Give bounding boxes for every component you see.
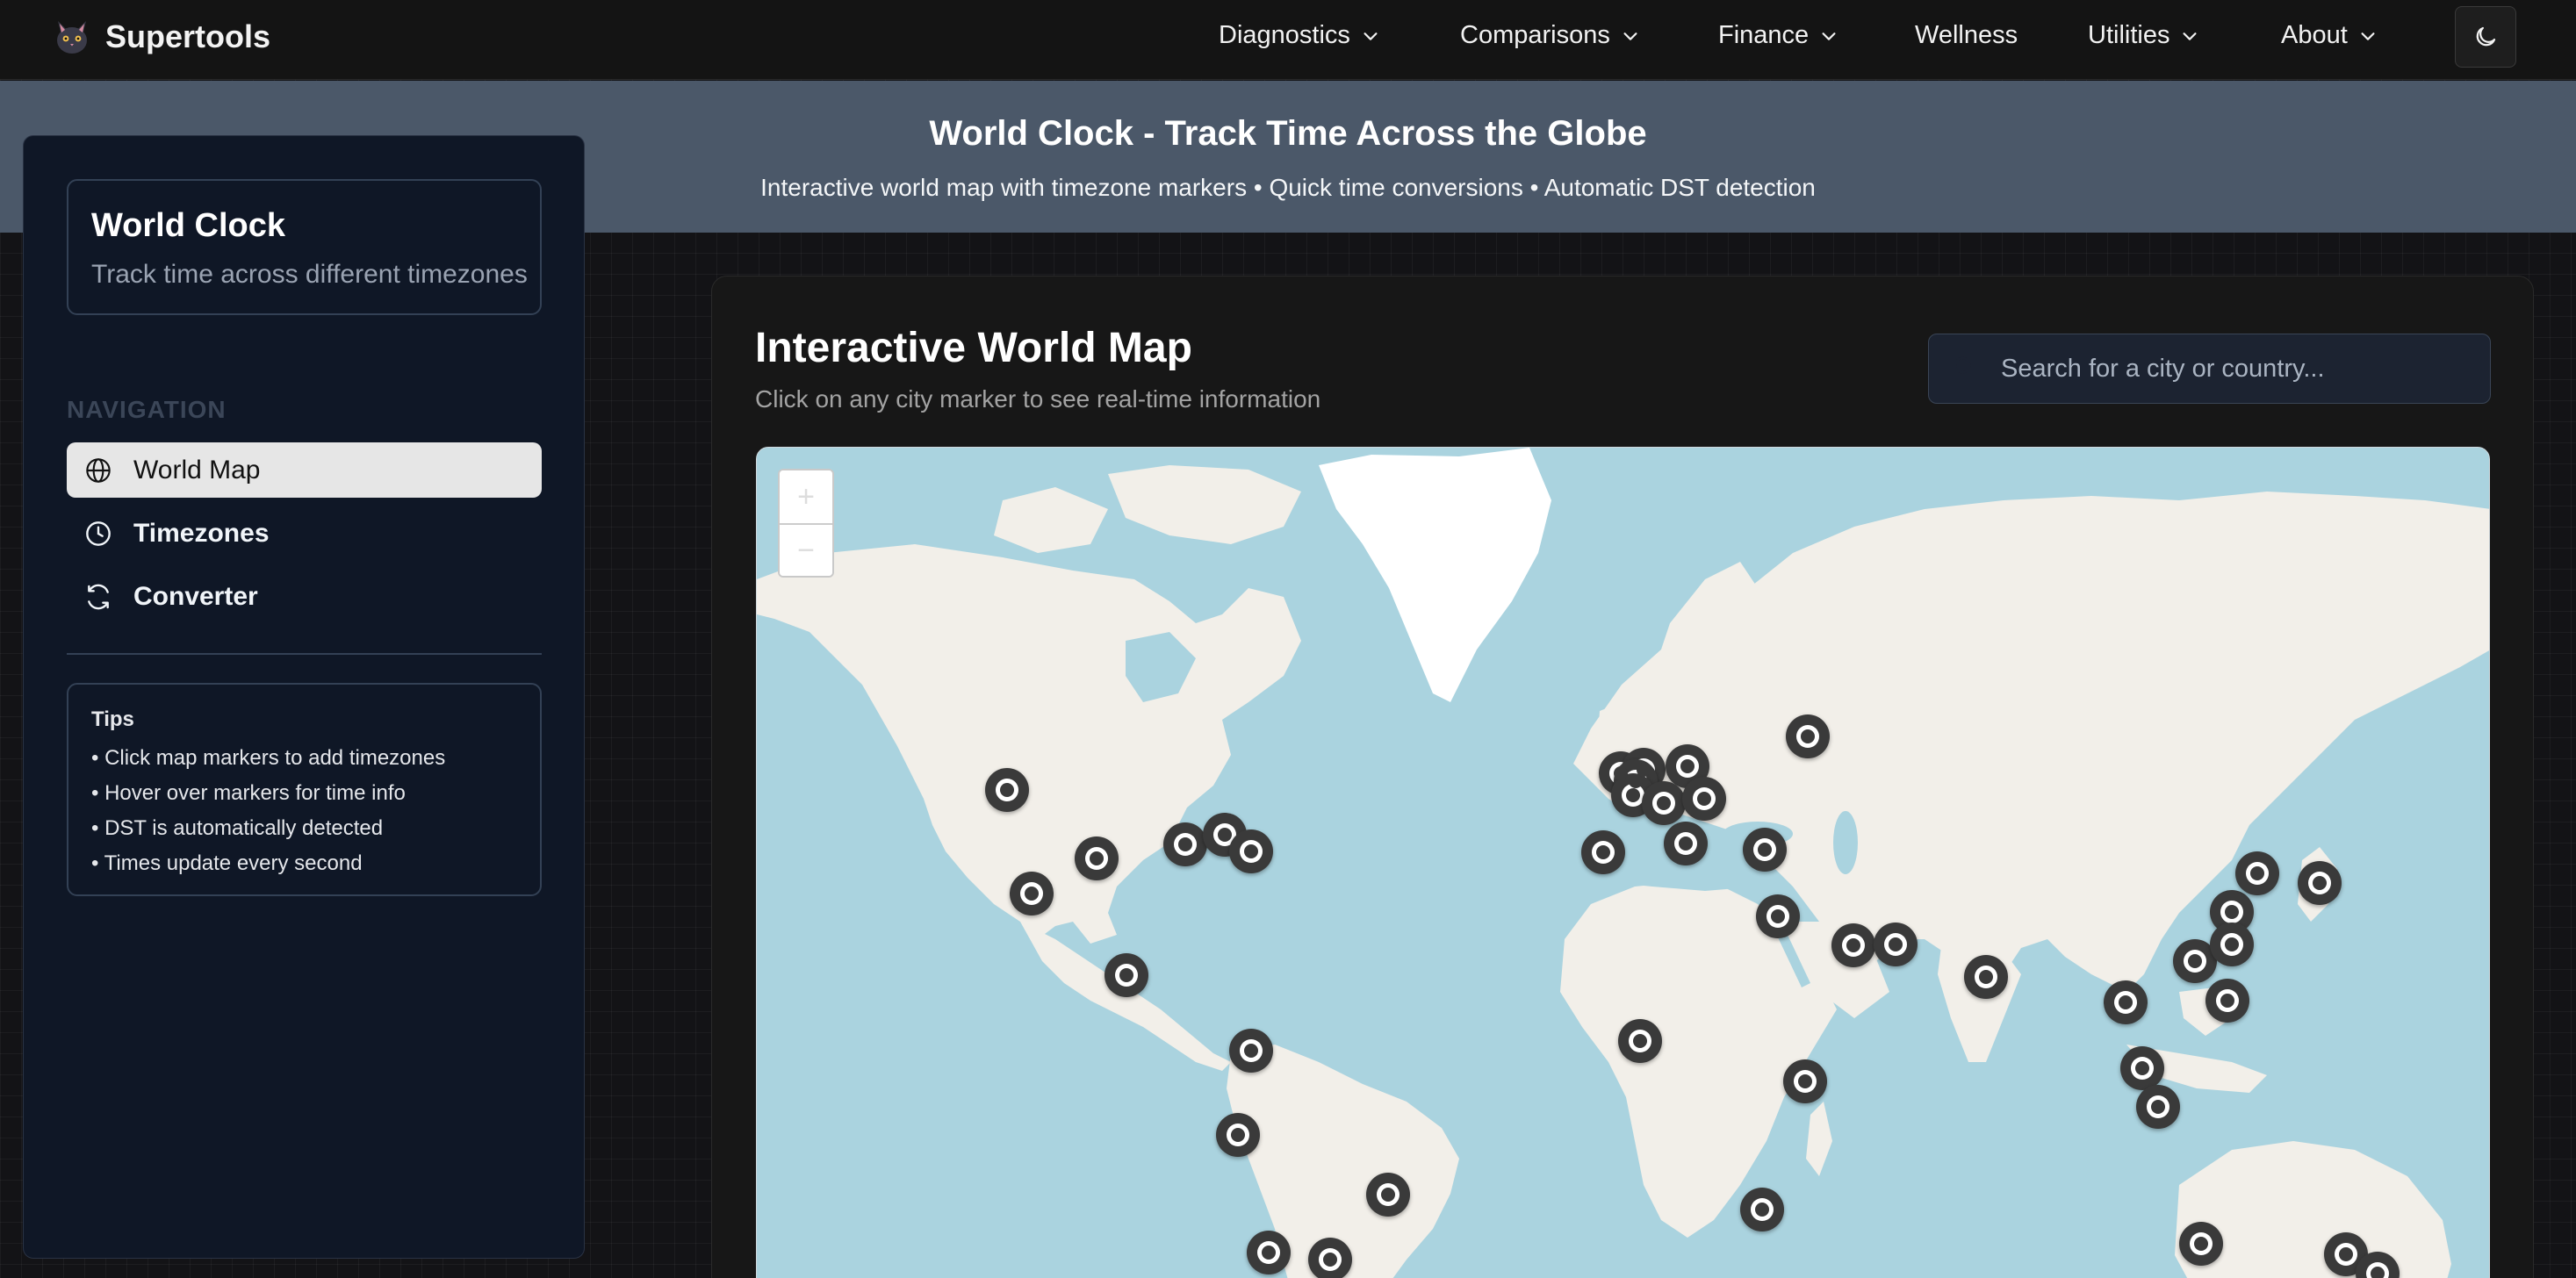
nav-label: Comparisons [1460, 21, 1610, 49]
tip-item: • Hover over markers for time info [91, 781, 406, 805]
city-marker[interactable] [1075, 836, 1119, 880]
city-marker[interactable] [1664, 822, 1708, 865]
city-marker[interactable] [1743, 828, 1787, 872]
search-icon [1954, 356, 1971, 374]
map-tiles [757, 448, 2489, 1278]
nav-label: Diagnostics [1219, 21, 1350, 49]
nav-label: Utilities [2088, 21, 2170, 49]
city-marker[interactable] [1247, 1231, 1291, 1274]
map-card: Interactive World Map Click on any city … [711, 276, 2534, 1278]
tip-item: • Click map markers to add timezones [91, 746, 446, 770]
zoom-out-button[interactable]: − [780, 523, 832, 576]
nav-label: Wellness [1915, 21, 2018, 49]
nav-finance[interactable]: Finance [1718, 21, 1838, 50]
city-marker[interactable] [1740, 1188, 1784, 1231]
city-marker[interactable] [1216, 1113, 1260, 1157]
city-marker[interactable] [1010, 872, 1054, 915]
city-marker[interactable] [1756, 894, 1800, 938]
tips-card: Tips • Click map markers to add timezone… [67, 683, 542, 896]
city-marker[interactable] [1964, 955, 2008, 999]
city-marker[interactable] [2205, 979, 2249, 1023]
sidebar-header-card: World Clock Track time across different … [67, 179, 542, 315]
nav-diagnostics[interactable]: Diagnostics [1219, 21, 1380, 50]
clock-icon [86, 521, 111, 546]
city-search-input[interactable] [1928, 334, 2491, 404]
nav-wellness[interactable]: Wellness [1915, 21, 2018, 50]
tip-item: • DST is automatically detected [91, 816, 384, 840]
nav-label: Finance [1718, 21, 1810, 49]
chevron-down-icon [2361, 32, 2375, 40]
map-title: Interactive World Map [755, 325, 1192, 371]
city-marker[interactable] [1366, 1173, 1410, 1217]
city-marker[interactable] [2104, 980, 2148, 1024]
sidebar-title: World Clock [91, 207, 285, 244]
tip-item: • Times update every second [91, 851, 363, 875]
city-marker[interactable] [1642, 781, 1686, 825]
city-marker[interactable] [1783, 1059, 1827, 1103]
sidebar-item-label: World Map [133, 455, 261, 485]
world-map[interactable]: + − [756, 447, 2490, 1278]
city-marker[interactable] [1229, 829, 1273, 873]
city-marker[interactable] [1229, 1029, 1273, 1073]
top-navbar: Supertools Diagnostics Comparisons Finan… [0, 0, 2576, 80]
city-marker[interactable] [1581, 830, 1625, 874]
zoom-control: + − [778, 469, 834, 578]
chevron-down-icon [2183, 32, 2197, 40]
city-marker[interactable] [1105, 953, 1148, 997]
nav-about[interactable]: About [2281, 21, 2378, 50]
sidebar: World Clock Track time across different … [23, 135, 585, 1259]
city-marker[interactable] [1786, 714, 1830, 758]
zoom-in-button[interactable]: + [780, 470, 832, 523]
sidebar-item-world-map[interactable]: World Map [67, 442, 542, 498]
city-marker[interactable] [1618, 1019, 1662, 1063]
city-marker[interactable] [1831, 923, 1875, 967]
city-marker[interactable] [985, 768, 1029, 812]
theme-toggle-button[interactable] [2455, 6, 2516, 68]
city-marker[interactable] [2210, 923, 2254, 966]
sidebar-item-timezones[interactable]: Timezones [67, 506, 542, 561]
brand[interactable]: Supertools [51, 16, 270, 58]
cat-logo-icon [57, 21, 87, 54]
city-marker[interactable] [1874, 923, 1918, 966]
map-subtitle: Click on any city marker to see real-tim… [755, 385, 1321, 413]
city-marker[interactable] [1682, 777, 1726, 821]
nav-comparisons[interactable]: Comparisons [1460, 21, 1640, 50]
chevron-down-icon [1822, 32, 1836, 40]
brand-name: Supertools [105, 18, 271, 54]
city-marker[interactable] [2179, 1222, 2223, 1266]
chevron-down-icon [1623, 32, 1637, 40]
refresh-icon [88, 584, 109, 609]
globe-icon [86, 457, 111, 483]
sidebar-divider [67, 653, 542, 655]
moon-icon [2476, 26, 2496, 47]
sidebar-item-label: Converter [133, 581, 258, 611]
caspian-sea [1833, 811, 1858, 874]
navigation-label: NAVIGATION [67, 396, 227, 423]
nav-utilities[interactable]: Utilities [2088, 21, 2199, 50]
sidebar-item-converter[interactable]: Converter [67, 569, 542, 624]
city-marker[interactable] [1308, 1238, 1352, 1278]
city-marker[interactable] [2298, 861, 2342, 905]
city-marker[interactable] [2136, 1085, 2180, 1129]
city-marker[interactable] [1163, 822, 1207, 866]
city-marker[interactable] [2235, 851, 2279, 895]
nav-label: About [2281, 21, 2348, 49]
tips-title: Tips [91, 707, 134, 731]
chevron-down-icon [1364, 32, 1378, 40]
city-marker[interactable] [2120, 1046, 2164, 1090]
sidebar-item-label: Timezones [133, 518, 270, 548]
sidebar-subtitle: Track time across different timezones [91, 260, 528, 289]
